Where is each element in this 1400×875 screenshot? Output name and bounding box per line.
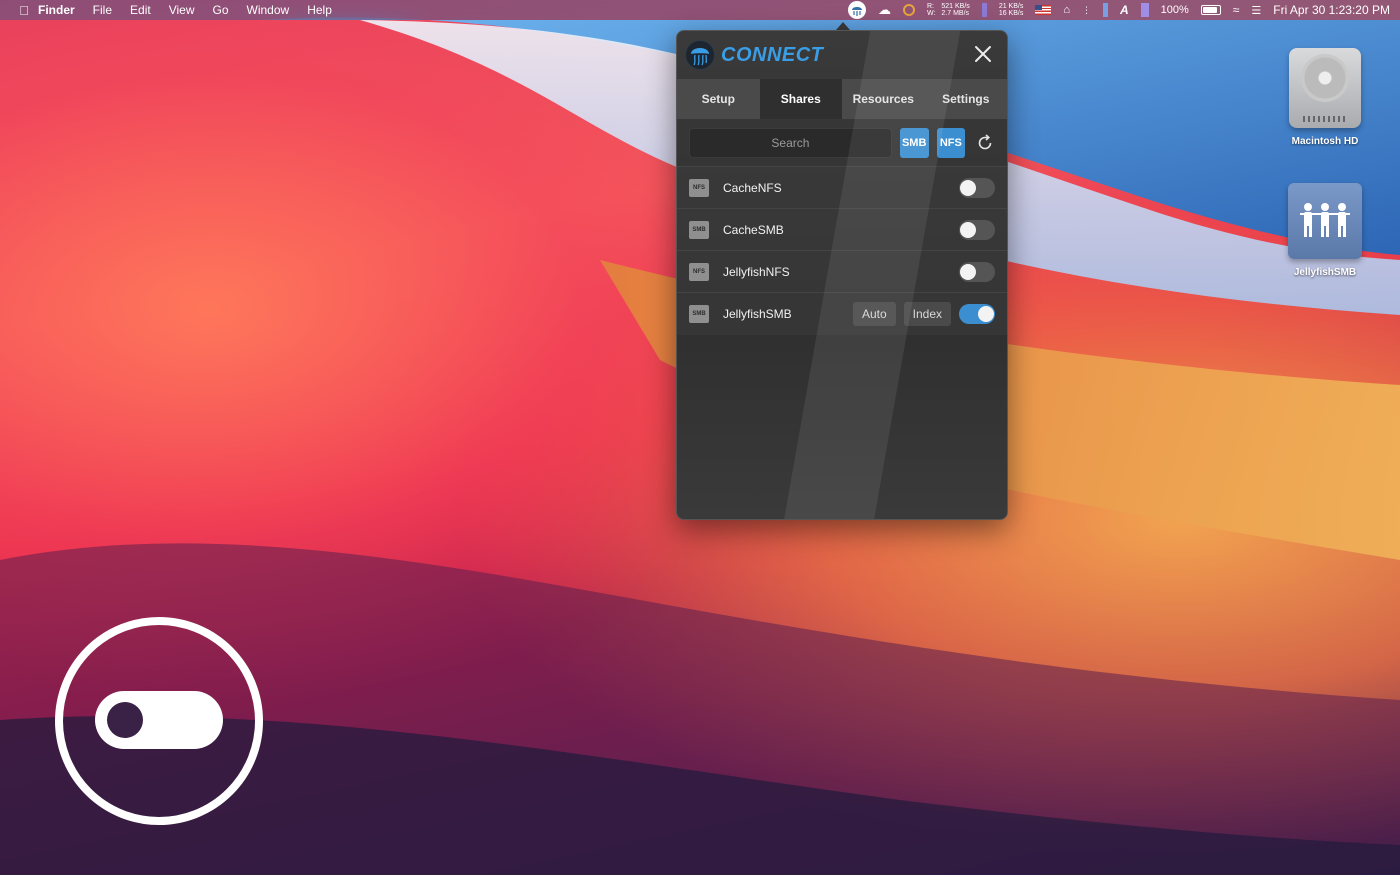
us-flag-input-icon[interactable] — [1035, 5, 1052, 15]
share-toggle[interactable] — [959, 261, 995, 282]
badge-knob — [107, 702, 143, 738]
disk-activity-readout[interactable]: 521 KB/s 2.7 MB/s — [941, 3, 969, 17]
nfs-protocol-icon: NFS — [689, 262, 709, 281]
cpu-bar-icon — [1102, 3, 1108, 17]
text-input-icon[interactable]: A — [1120, 3, 1129, 17]
jellyfish-connect-menu-icon[interactable] — [847, 1, 866, 19]
tab-shares[interactable]: Shares — [759, 79, 842, 119]
share-toggle[interactable] — [959, 177, 995, 198]
share-name: CacheNFS — [723, 180, 782, 195]
tab-resources[interactable]: Resources — [842, 79, 925, 119]
toggle-switch-icon — [55, 617, 263, 825]
battery-percent[interactable]: 100% — [1161, 4, 1189, 16]
share-toggle[interactable] — [959, 219, 995, 240]
share-toggle[interactable] — [959, 304, 995, 324]
toggle-knob — [978, 306, 994, 322]
badge-track — [95, 691, 223, 749]
desktop-icon-label: Macintosh HD — [1291, 136, 1359, 147]
filter-smb-button[interactable]: SMB — [899, 127, 929, 158]
control-center-icon[interactable]: ☰ — [1251, 4, 1261, 17]
smb-protocol-icon: SMB — [689, 220, 709, 239]
menu-file[interactable]: File — [93, 3, 112, 17]
drive-grill — [1303, 116, 1347, 122]
network-speed-readout[interactable]: 21 KB/s 16 KB/s — [999, 3, 1024, 17]
menu-edit[interactable]: Edit — [130, 3, 151, 17]
toggle-knob — [960, 263, 976, 280]
toggle-knob — [960, 179, 976, 196]
share-name: JellyfishNFS — [723, 264, 790, 279]
menu-bar:  Finder File Edit View Go Window Help ☁… — [0, 0, 1400, 20]
time-machine-icon[interactable]: ⌂ — [1063, 4, 1070, 16]
auto-button[interactable]: Auto — [852, 302, 896, 326]
popover-header: CONNECT — [677, 31, 1007, 79]
refresh-icon[interactable] — [975, 133, 995, 153]
filter-nfs-button[interactable]: NFS — [936, 127, 966, 158]
creative-cloud-icon[interactable]: ☁ — [878, 2, 891, 18]
share-name: JellyfishSMB — [723, 307, 792, 321]
search-row: SMB NFS — [677, 119, 1007, 167]
menu-go[interactable]: Go — [213, 3, 229, 17]
jellyfish-logo-icon — [685, 40, 715, 70]
sync-circle-icon[interactable] — [902, 4, 915, 16]
tab-setup[interactable]: Setup — [677, 79, 760, 119]
status-area: ☁ R: W: 521 KB/s 2.7 MB/s 21 KB/s 16 KB/… — [847, 1, 1390, 19]
share-row: NFS JellyfishNFS — [677, 251, 1007, 293]
desktop-icon-macintosh-hd[interactable]: Macintosh HD — [1270, 48, 1380, 147]
network-rw-labels: R: W: — [926, 3, 936, 17]
share-row: SMB CacheSMB — [677, 209, 1007, 251]
memory-bar-icon — [981, 3, 987, 17]
tab-bar: Setup Shares Resources Settings — [677, 79, 1007, 119]
share-row: SMB JellyfishSMB Auto Index — [677, 293, 1007, 335]
network-share-icon — [1288, 183, 1362, 259]
brand-title: CONNECT — [721, 43, 824, 66]
wifi-icon[interactable]: ≈ — [1233, 3, 1240, 17]
share-name: CacheSMB — [723, 222, 784, 237]
keyboard-layers-icon[interactable]: ⋮ — [1082, 5, 1091, 16]
desktop-icon-jellyfishsmb[interactable]: JellyfishSMB — [1270, 183, 1380, 278]
close-icon[interactable] — [973, 44, 993, 64]
menu-view[interactable]: View — [169, 3, 195, 17]
battery-icon[interactable] — [1200, 5, 1221, 15]
memory-meter-icon — [1140, 3, 1149, 17]
desktop-icon-label: JellyfishSMB — [1293, 267, 1357, 278]
hard-drive-icon — [1289, 48, 1361, 128]
menu-app-name[interactable]: Finder — [38, 3, 75, 17]
share-row: NFS CacheNFS — [677, 167, 1007, 209]
apple-menu-icon[interactable]:  — [10, 3, 38, 18]
smb-protocol-icon: SMB — [689, 305, 709, 323]
nfs-protocol-icon: NFS — [689, 178, 709, 197]
connect-popover: CONNECT Setup Shares Resources Settings … — [676, 30, 1008, 520]
clock[interactable]: Fri Apr 30 1:23:20 PM — [1273, 3, 1390, 17]
search-input[interactable] — [689, 127, 892, 158]
drive-platter — [1301, 54, 1349, 102]
menu-window[interactable]: Window — [247, 3, 290, 17]
shares-list: NFS CacheNFS SMB CacheSMB NFS JellyfishN… — [677, 167, 1007, 335]
index-button[interactable]: Index — [903, 302, 951, 326]
toggle-knob — [960, 221, 976, 238]
popover-arrow — [836, 22, 850, 30]
menu-help[interactable]: Help — [307, 3, 332, 17]
tab-settings[interactable]: Settings — [924, 79, 1007, 119]
